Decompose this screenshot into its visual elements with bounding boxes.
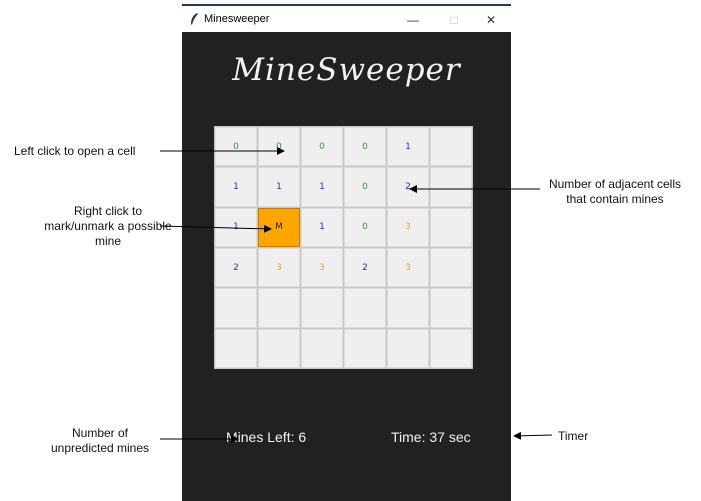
arrow-right-click — [159, 224, 272, 233]
annotation-arrows — [159, 147, 553, 443]
arrow-timer — [513, 431, 553, 440]
